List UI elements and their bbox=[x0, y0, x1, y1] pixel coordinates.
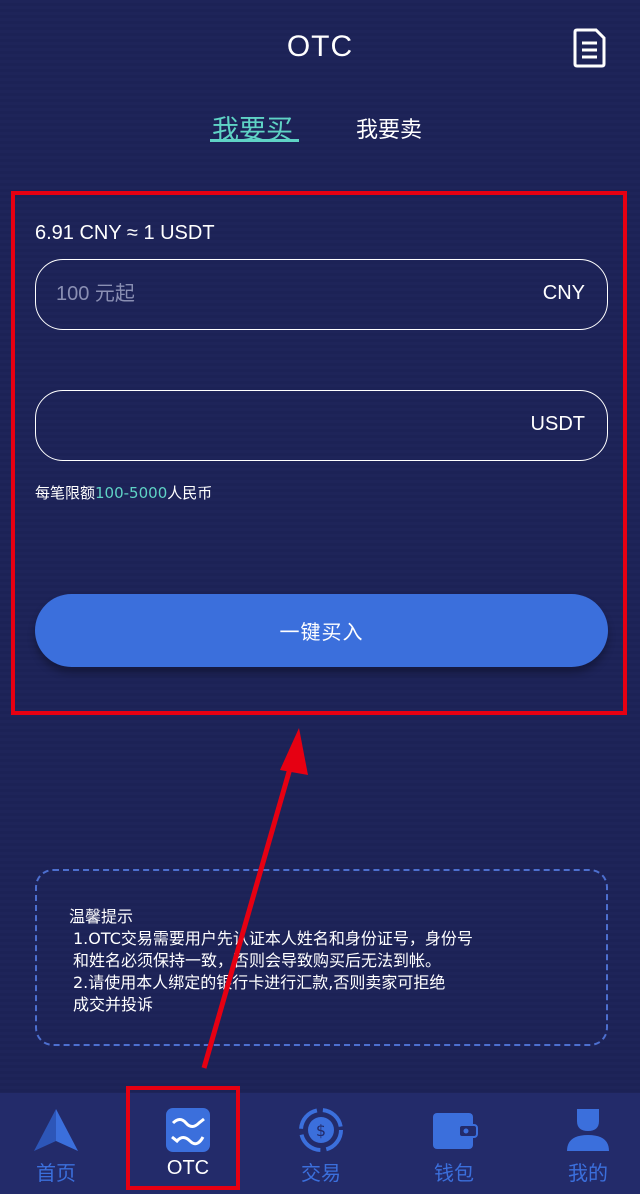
tips-title: 温馨提示 bbox=[69, 907, 134, 926]
tab-sell[interactable]: 我要卖 bbox=[356, 112, 422, 144]
limit-note: 每笔限额100-5000人民币 bbox=[35, 482, 212, 503]
nav-trade[interactable]: $ 交易 bbox=[257, 1093, 385, 1194]
top-bar: OTC bbox=[0, 0, 640, 96]
active-tab-underline bbox=[210, 139, 299, 142]
nav-home[interactable]: 首页 bbox=[0, 1093, 120, 1194]
usdt-amount-input[interactable] bbox=[56, 391, 496, 460]
buy-sell-tabs: 我要买 我要卖 bbox=[0, 108, 640, 148]
limit-suffix: 人民币 bbox=[167, 484, 213, 502]
nav-home-label: 首页 bbox=[36, 1161, 76, 1185]
bottom-nav: 首页 OTC $ 交易 钱包 我的 bbox=[0, 1093, 640, 1194]
document-list-icon[interactable] bbox=[572, 28, 608, 68]
home-triangle-icon bbox=[34, 1109, 78, 1151]
nav-profile[interactable]: 我的 bbox=[524, 1093, 640, 1194]
limit-prefix: 每笔限额 bbox=[35, 484, 96, 502]
nav-wallet-label: 钱包 bbox=[434, 1161, 474, 1185]
cny-amount-input[interactable] bbox=[56, 260, 496, 329]
usdt-input-row: USDT bbox=[35, 390, 608, 461]
tips-line: 成交并投诉 bbox=[73, 995, 154, 1014]
tips-line: 2.请使用本人绑定的银行卡进行汇款,否则卖家可拒绝 bbox=[73, 973, 446, 992]
tips-line: 和姓名必须保持一致，否则会导致购买后无法到帐。 bbox=[73, 951, 442, 970]
otc-page: OTC 我要买 我要卖 6.91 CNY ≈ 1 USDT CNY USDT 每… bbox=[0, 0, 640, 1194]
svg-text:$: $ bbox=[316, 1121, 326, 1140]
cny-unit-label: CNY bbox=[542, 282, 585, 304]
annotation-nav-highlight bbox=[126, 1086, 240, 1190]
tips-line: 1.OTC交易需要用户先认证本人姓名和身份证号，身份号 bbox=[73, 929, 473, 948]
user-profile-icon bbox=[567, 1109, 609, 1151]
nav-wallet[interactable]: 钱包 bbox=[390, 1093, 518, 1194]
one-click-buy-button[interactable]: 一键买入 bbox=[35, 594, 608, 667]
limit-range: 100-5000 bbox=[95, 484, 168, 502]
exchange-rate: 6.91 CNY ≈ 1 USDT bbox=[35, 222, 215, 244]
tips-box: 温馨提示 1.OTC交易需要用户先认证本人姓名和身份证号，身份号 和姓名必须保持… bbox=[35, 869, 608, 1046]
nav-profile-label: 我的 bbox=[568, 1161, 608, 1185]
cny-input-row: CNY bbox=[35, 259, 608, 330]
page-title: OTC bbox=[286, 30, 354, 63]
tips-text: 温馨提示 1.OTC交易需要用户先认证本人姓名和身份证号，身份号 和姓名必须保持… bbox=[69, 906, 473, 1016]
trade-dollar-icon: $ bbox=[299, 1108, 343, 1152]
nav-trade-label: 交易 bbox=[301, 1161, 341, 1185]
wallet-icon bbox=[433, 1113, 478, 1149]
usdt-unit-label: USDT bbox=[530, 413, 585, 435]
